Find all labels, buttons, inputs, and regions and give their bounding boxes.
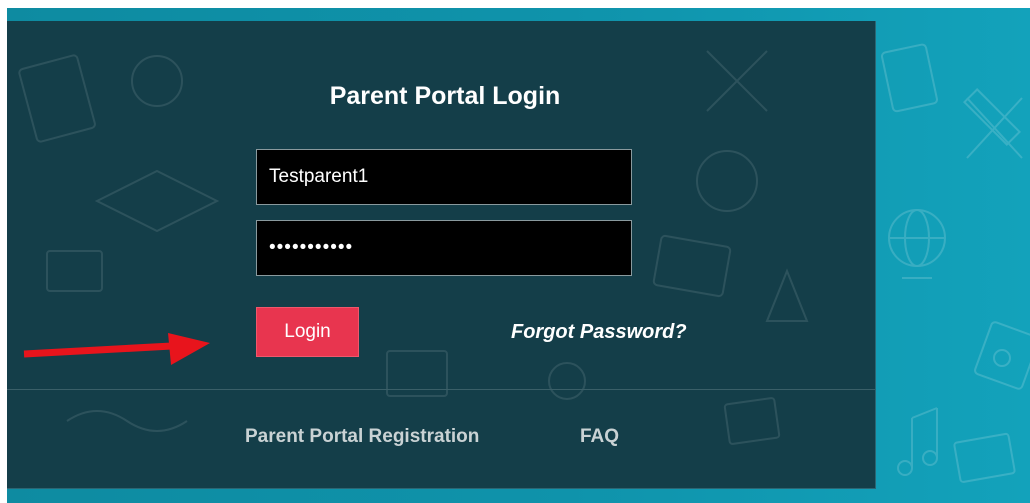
panel-divider [7, 389, 875, 390]
registration-link[interactable]: Parent Portal Registration [245, 426, 479, 448]
screenshot-stage: Parent Portal Login Login Forgot Passwor… [0, 0, 1030, 503]
login-button[interactable]: Login [256, 307, 359, 357]
forgot-password-link[interactable]: Forgot Password? [511, 321, 687, 344]
faq-link[interactable]: FAQ [580, 426, 619, 448]
login-panel: Parent Portal Login Login Forgot Passwor… [7, 21, 876, 489]
password-input[interactable] [256, 220, 632, 276]
username-input[interactable] [256, 149, 632, 205]
red-arrow-icon [23, 333, 210, 365]
page-title: Parent Portal Login [329, 82, 561, 110]
